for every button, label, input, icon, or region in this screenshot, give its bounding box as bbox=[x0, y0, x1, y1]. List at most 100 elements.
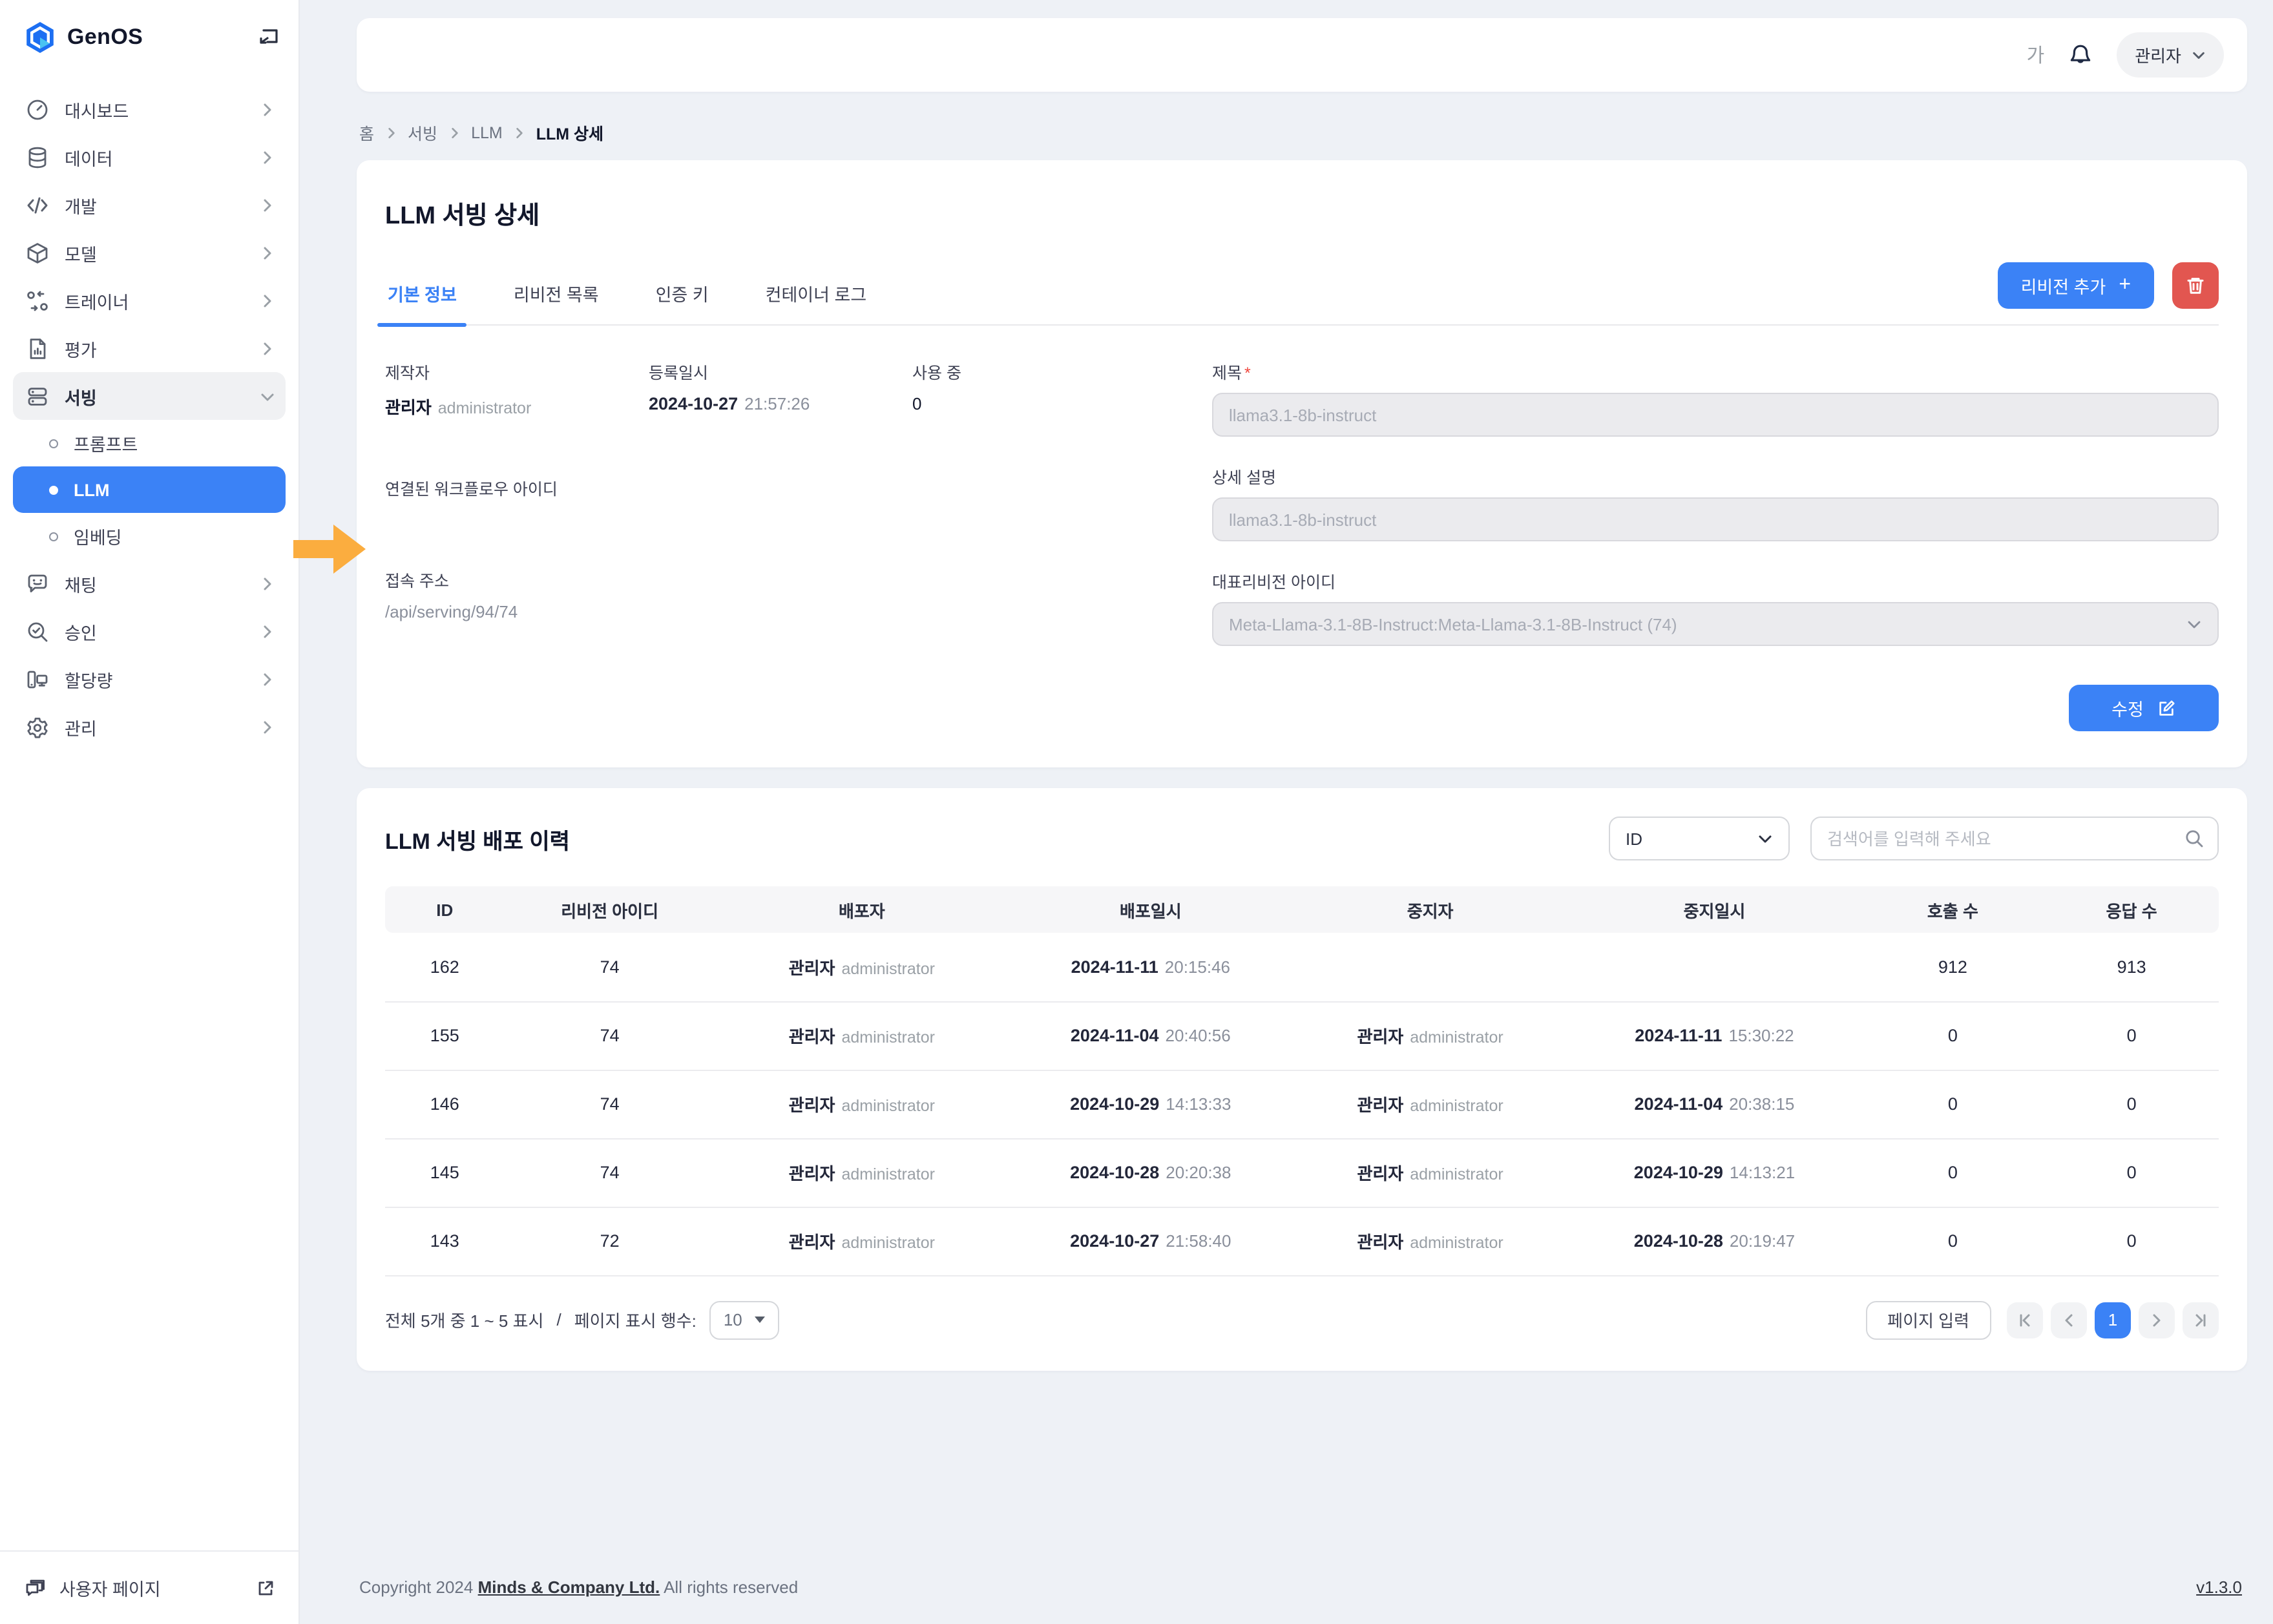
gear-icon bbox=[26, 715, 49, 738]
add-revision-button[interactable]: 리비전 추가 + bbox=[1998, 262, 2154, 309]
page-footer: Copyright 2024 Minds & Company Ltd. All … bbox=[357, 1550, 2247, 1624]
created-date: 2024-10-27 bbox=[649, 394, 738, 413]
sidebar-item-eval[interactable]: 평가 bbox=[13, 324, 286, 372]
next-page-button[interactable] bbox=[2139, 1302, 2175, 1338]
table-row[interactable]: 145 74 관리자administrator 2024-10-2820:20:… bbox=[385, 1138, 2219, 1207]
sidebar-item-admin[interactable]: 관리 bbox=[13, 703, 286, 751]
llm-detail-card: LLM 서빙 상세 기본 정보 리비전 목록 인증 키 컨테이너 로그 리비전 … bbox=[357, 160, 2247, 767]
search-input[interactable] bbox=[1827, 829, 2184, 848]
bullet-icon bbox=[49, 532, 58, 541]
chat-icon bbox=[26, 572, 49, 595]
table-row[interactable]: 155 74 관리자administrator 2024-11-0420:40:… bbox=[385, 1001, 2219, 1070]
creator-field: 제작자 관리자administrator bbox=[385, 359, 649, 419]
page-input-button[interactable]: 페이지 입력 bbox=[1865, 1300, 1991, 1339]
sidebar-item-label: 모델 bbox=[65, 240, 244, 265]
title-label: 제목 bbox=[1212, 364, 1242, 382]
page-title: LLM 서빙 상세 bbox=[385, 160, 2219, 231]
tab-auth-key[interactable]: 인증 키 bbox=[653, 267, 711, 324]
first-page-button[interactable] bbox=[2007, 1302, 2043, 1338]
sidebar-item-dev[interactable]: 개발 bbox=[13, 181, 286, 229]
tab-revision-list[interactable]: 리비전 목록 bbox=[511, 267, 602, 324]
breadcrumb-home[interactable]: 홈 bbox=[359, 120, 374, 145]
devices-icon bbox=[26, 667, 49, 691]
sidebar-item-data[interactable]: 데이터 bbox=[13, 133, 286, 181]
user-menu[interactable]: 관리자 bbox=[2117, 32, 2224, 78]
tab-container-log[interactable]: 컨테이너 로그 bbox=[763, 267, 870, 324]
table-row[interactable]: 143 72 관리자administrator 2024-10-2721:58:… bbox=[385, 1207, 2219, 1275]
brand-name: GenOS bbox=[67, 25, 143, 50]
sidebar-item-label: 대시보드 bbox=[65, 96, 244, 122]
sidebar-item-serving[interactable]: 서빙 bbox=[13, 372, 286, 420]
sidebar-subitem-embedding[interactable]: 임베딩 bbox=[13, 513, 286, 559]
col-stopped-at: 중지일시 bbox=[1567, 886, 1861, 933]
tab-basic-info[interactable]: 기본 정보 bbox=[385, 267, 459, 324]
language-toggle[interactable]: 가 bbox=[2027, 41, 2045, 68]
chevron-down-icon bbox=[2192, 48, 2206, 62]
in-use-value: 0 bbox=[912, 394, 961, 413]
revision-label: 대표리비전 아이디 bbox=[1212, 568, 2219, 593]
sidebar-item-approval[interactable]: 승인 bbox=[13, 607, 286, 655]
pager: 1 bbox=[2007, 1302, 2219, 1338]
col-deployer: 배포자 bbox=[715, 886, 1009, 933]
sidebar-item-label: 관리 bbox=[65, 714, 244, 740]
sidebar-item-dashboard[interactable]: 대시보드 bbox=[13, 85, 286, 133]
col-stopper: 중지자 bbox=[1293, 886, 1568, 933]
sidebar-item-quota[interactable]: 할당량 bbox=[13, 655, 286, 703]
report-icon bbox=[26, 337, 49, 360]
filter-field-select[interactable]: ID bbox=[1609, 817, 1790, 860]
bullet-icon bbox=[49, 485, 58, 494]
workflow-label: 연결된 워크플로우 아이디 bbox=[385, 475, 1212, 500]
table-row[interactable]: 162 74 관리자administrator 2024-11-1120:15:… bbox=[385, 933, 2219, 1001]
chevron-down-icon bbox=[1757, 831, 1773, 846]
sidebar-item-label: 할당량 bbox=[65, 666, 244, 692]
page-1-button[interactable]: 1 bbox=[2095, 1302, 2131, 1338]
pagination-row: 전체 5개 중 1 ~ 5 표시 / 페이지 표시 행수: 10 페이지 입력 bbox=[385, 1300, 2219, 1339]
sidebar-item-chat[interactable]: 채팅 bbox=[13, 559, 286, 607]
address-field: 접속 주소 /api/serving/94/74 bbox=[385, 567, 1212, 621]
table-row[interactable]: 146 74 관리자administrator 2024-10-2914:13:… bbox=[385, 1070, 2219, 1138]
sidebar-item-model[interactable]: 모델 bbox=[13, 229, 286, 276]
company-link[interactable]: Minds & Company Ltd. bbox=[478, 1577, 660, 1597]
history-title: LLM 서빙 배포 이력 bbox=[385, 822, 570, 855]
tabs: 기본 정보 리비전 목록 인증 키 컨테이너 로그 bbox=[385, 267, 869, 324]
search-icon[interactable] bbox=[2184, 828, 2205, 849]
last-page-button[interactable] bbox=[2183, 1302, 2219, 1338]
filter-field-value: ID bbox=[1626, 829, 1642, 848]
sidebar-subitem-llm[interactable]: LLM bbox=[13, 466, 286, 513]
code-icon bbox=[26, 193, 49, 216]
sidebar-subitem-prompt[interactable]: 프롬프트 bbox=[13, 420, 286, 466]
edit-button-label: 수정 bbox=[2111, 695, 2144, 721]
database-icon bbox=[26, 145, 49, 169]
sidebar-header: GenOS bbox=[0, 0, 299, 67]
creator-id: administrator bbox=[438, 399, 532, 417]
breadcrumb-serving[interactable]: 서빙 bbox=[408, 120, 437, 145]
form-left-column: 제작자 관리자administrator 등록일시 2024-10-2721:5… bbox=[385, 359, 1212, 731]
rows-per-page-select[interactable]: 10 bbox=[709, 1300, 780, 1339]
app-root: GenOS 대시보드 데이터 bbox=[0, 0, 2273, 1624]
sidebar-menu: 대시보드 데이터 개발 모델 bbox=[0, 67, 299, 1550]
sidebar-item-trainer[interactable]: 트레이너 bbox=[13, 276, 286, 324]
brand-logo[interactable]: GenOS bbox=[23, 21, 143, 54]
edit-pencil-icon bbox=[2157, 698, 2176, 718]
notifications-bell-icon[interactable] bbox=[2068, 42, 2093, 68]
edit-button[interactable]: 수정 bbox=[2069, 685, 2219, 731]
revision-select[interactable]: Meta-Llama-3.1-8B-Instruct:Meta-Llama-3.… bbox=[1212, 602, 2219, 646]
creator-name: 관리자 bbox=[385, 398, 432, 417]
col-revision: 리비전 아이디 bbox=[504, 886, 715, 933]
prev-page-button[interactable] bbox=[2051, 1302, 2087, 1338]
version-link[interactable]: v1.3.0 bbox=[2196, 1577, 2242, 1597]
gauge-icon bbox=[26, 98, 49, 121]
sidebar-collapse-icon[interactable] bbox=[257, 26, 280, 49]
delete-button[interactable] bbox=[2172, 262, 2219, 309]
chevron-right-icon bbox=[513, 126, 526, 139]
chevron-down-icon bbox=[260, 388, 275, 404]
user-page-link[interactable]: 사용자 페이지 bbox=[0, 1550, 299, 1624]
created-at-label: 등록일시 bbox=[649, 359, 912, 384]
title-input[interactable] bbox=[1212, 393, 2219, 437]
in-use-field: 사용 중 0 bbox=[912, 359, 961, 419]
triangle-down-icon bbox=[755, 1317, 766, 1323]
created-time: 21:57:26 bbox=[744, 394, 810, 413]
breadcrumb-llm[interactable]: LLM bbox=[471, 123, 503, 141]
description-input[interactable] bbox=[1212, 497, 2219, 541]
tabs-row: 기본 정보 리비전 목록 인증 키 컨테이너 로그 리비전 추가 + bbox=[385, 262, 2219, 326]
